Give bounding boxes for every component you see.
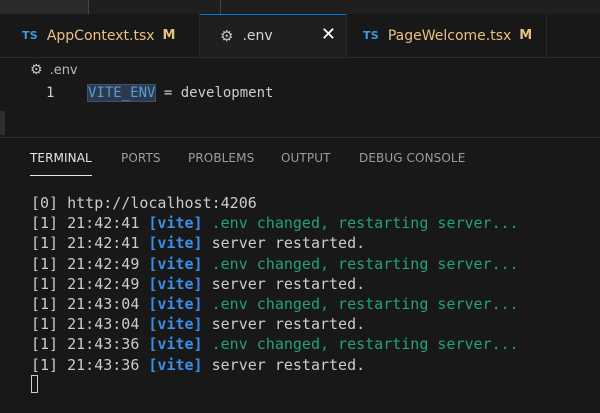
close-icon[interactable]: ✕ — [321, 26, 336, 44]
modified-badge: M — [162, 28, 176, 43]
env-value: development — [180, 85, 274, 101]
panel-divider[interactable] — [0, 137, 600, 138]
terminal-line: [1] 21:42:49 [vite] server restarted. — [31, 274, 591, 294]
gear-icon: ⚙ — [30, 62, 43, 78]
background-divider — [220, 0, 221, 14]
terminal-line: [1] 21:42:49 [vite] .env changed, restar… — [31, 254, 591, 274]
terminal-line: [1] 21:43:04 [vite] server restarted. — [31, 314, 591, 334]
panel-tab-bar: TERMINAL PORTS PROBLEMS OUTPUT DEBUG CON… — [0, 140, 600, 180]
vscode-window: TS AppContext.tsx M ⚙ .env ✕ TS PageWelc… — [0, 0, 600, 413]
line-message: server restarted. — [202, 234, 366, 253]
active-tab-indicator — [30, 175, 92, 176]
tab-label: AppContext.tsx — [46, 27, 155, 44]
scroll-gutter-mark — [0, 111, 5, 135]
line-prefix: [1] 21:43:36 — [31, 355, 149, 374]
gear-icon: ⚙ — [220, 26, 234, 45]
vite-tag: [vite] — [148, 254, 203, 273]
line-message: server restarted. — [202, 355, 366, 374]
breadcrumb-file[interactable]: .env — [50, 63, 78, 78]
breadcrumb[interactable]: ⚙ .env — [30, 61, 78, 79]
vite-tag: [vite] — [148, 214, 203, 233]
line-prefix: [1] 21:43:36 — [31, 335, 149, 354]
tab-appcontext[interactable]: TS AppContext.tsx M — [0, 14, 200, 57]
line-message: .env changed, restarting server... — [202, 335, 519, 354]
tab-output[interactable]: OUTPUT — [281, 151, 331, 165]
vite-tag: [vite] — [148, 335, 203, 354]
line-prefix: [1] 21:42:41 — [31, 214, 149, 233]
terminal-line: [0] http://localhost:4206 — [31, 193, 591, 213]
tab-label: PageWelcome.tsx — [387, 27, 512, 44]
terminal-line: [1] 21:43:36 [vite] .env changed, restar… — [31, 334, 591, 354]
line-message: .env changed, restarting server... — [202, 214, 519, 233]
line-prefix: [1] 21:42:49 — [31, 254, 149, 273]
terminal-line: [1] 21:43:36 [vite] server restarted. — [31, 355, 591, 375]
vite-tag: [vite] — [148, 274, 203, 293]
background-tab-edge — [0, 0, 89, 14]
tab-ports[interactable]: PORTS — [121, 151, 161, 165]
terminal-prompt[interactable] — [31, 374, 591, 395]
env-operator: = — [155, 85, 181, 101]
editor-tab-bar: TS AppContext.tsx M ⚙ .env ✕ TS PageWelc… — [0, 14, 600, 58]
vite-tag: [vite] — [148, 234, 203, 253]
terminal-cursor — [31, 374, 38, 393]
vite-tag: [vite] — [148, 315, 203, 334]
env-key: VITE_ENV — [86, 84, 157, 102]
line-prefix: [1] 21:43:04 — [31, 294, 149, 313]
window-top-strip — [0, 0, 600, 14]
typescript-icon: TS — [22, 29, 38, 42]
line-prefix: [1] 21:42:49 — [31, 274, 149, 293]
code-text[interactable]: VITE_ENV = development — [86, 84, 274, 102]
typescript-icon: TS — [363, 29, 379, 42]
code-line[interactable]: 1 VITE_ENV = development — [0, 83, 600, 105]
terminal-line: [1] 21:43:04 [vite] .env changed, restar… — [31, 294, 591, 314]
tab-problems[interactable]: PROBLEMS — [188, 151, 254, 165]
terminal-text: [0] http://localhost:4206 — [31, 194, 257, 212]
line-number: 1 — [46, 85, 55, 101]
line-message: server restarted. — [202, 315, 366, 334]
tab-terminal[interactable]: TERMINAL — [30, 151, 92, 165]
vite-tag: [vite] — [148, 294, 203, 313]
line-message: server restarted. — [202, 274, 366, 293]
line-message: .env changed, restarting server... — [202, 254, 519, 273]
line-message: .env changed, restarting server... — [202, 294, 519, 313]
tab-pagewelcome[interactable]: TS PageWelcome.tsx M — [347, 14, 547, 57]
tab-debug-console[interactable]: DEBUG CONSOLE — [359, 151, 465, 165]
vite-tag: [vite] — [148, 355, 203, 374]
terminal-output[interactable]: [0] http://localhost:4206 [1] 21:42:41 [… — [31, 193, 591, 395]
terminal-line: [1] 21:42:41 [vite] .env changed, restar… — [31, 213, 591, 233]
terminal-line: [1] 21:42:41 [vite] server restarted. — [31, 233, 591, 253]
line-prefix: [1] 21:43:04 — [31, 315, 149, 334]
tab-label: .env — [242, 28, 273, 44]
tab-env[interactable]: ⚙ .env ✕ — [200, 14, 347, 57]
modified-badge: M — [519, 28, 533, 43]
line-prefix: [1] 21:42:41 — [31, 234, 149, 253]
